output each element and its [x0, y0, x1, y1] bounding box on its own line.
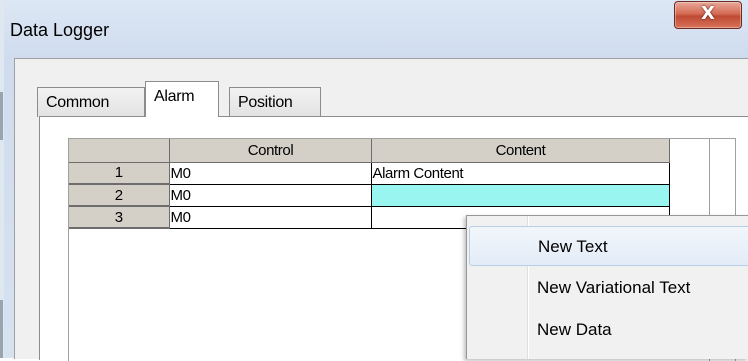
tab-alarm[interactable]: Alarm — [145, 81, 219, 117]
menu-item-new-data[interactable]: New Data — [469, 310, 748, 350]
background-edge-segment — [0, 300, 3, 358]
menu-item-new-variational-text[interactable]: New Variational Text — [469, 268, 748, 308]
menu-item-label: New Variational Text — [537, 278, 691, 297]
control-cell[interactable]: M0 — [169, 184, 372, 207]
window-title: Data Logger — [10, 20, 110, 40]
tab-position[interactable]: Position — [229, 87, 321, 117]
table-row: 1 M0 Alarm Content — [69, 162, 670, 185]
row-number-cell[interactable]: 1 — [69, 162, 170, 185]
corner-header-cell — [69, 139, 170, 163]
control-cell[interactable]: M0 — [169, 206, 372, 229]
close-button[interactable]: X — [674, 1, 742, 29]
table-header-row: Control Content — [69, 139, 670, 163]
background-edge-segment — [0, 92, 3, 140]
column-header-control[interactable]: Control — [169, 139, 372, 163]
menu-item-label: New Text — [538, 237, 608, 256]
menu-item-label: New Data — [537, 320, 612, 339]
table-row: 2 M0 — [69, 184, 670, 207]
row-number-cell[interactable]: 3 — [69, 206, 170, 229]
close-icon: X — [701, 3, 715, 24]
content-cell[interactable]: Alarm Content — [371, 162, 670, 185]
menu-item-new-text[interactable]: New Text — [469, 226, 748, 266]
row-number-cell[interactable]: 2 — [69, 184, 170, 207]
column-header-content[interactable]: Content — [371, 139, 670, 163]
control-cell[interactable]: M0 — [169, 162, 372, 185]
context-menu: New Text New Variational Text New Data — [466, 215, 748, 359]
tab-common[interactable]: Common — [37, 87, 145, 117]
content-cell-selected[interactable] — [371, 184, 670, 207]
